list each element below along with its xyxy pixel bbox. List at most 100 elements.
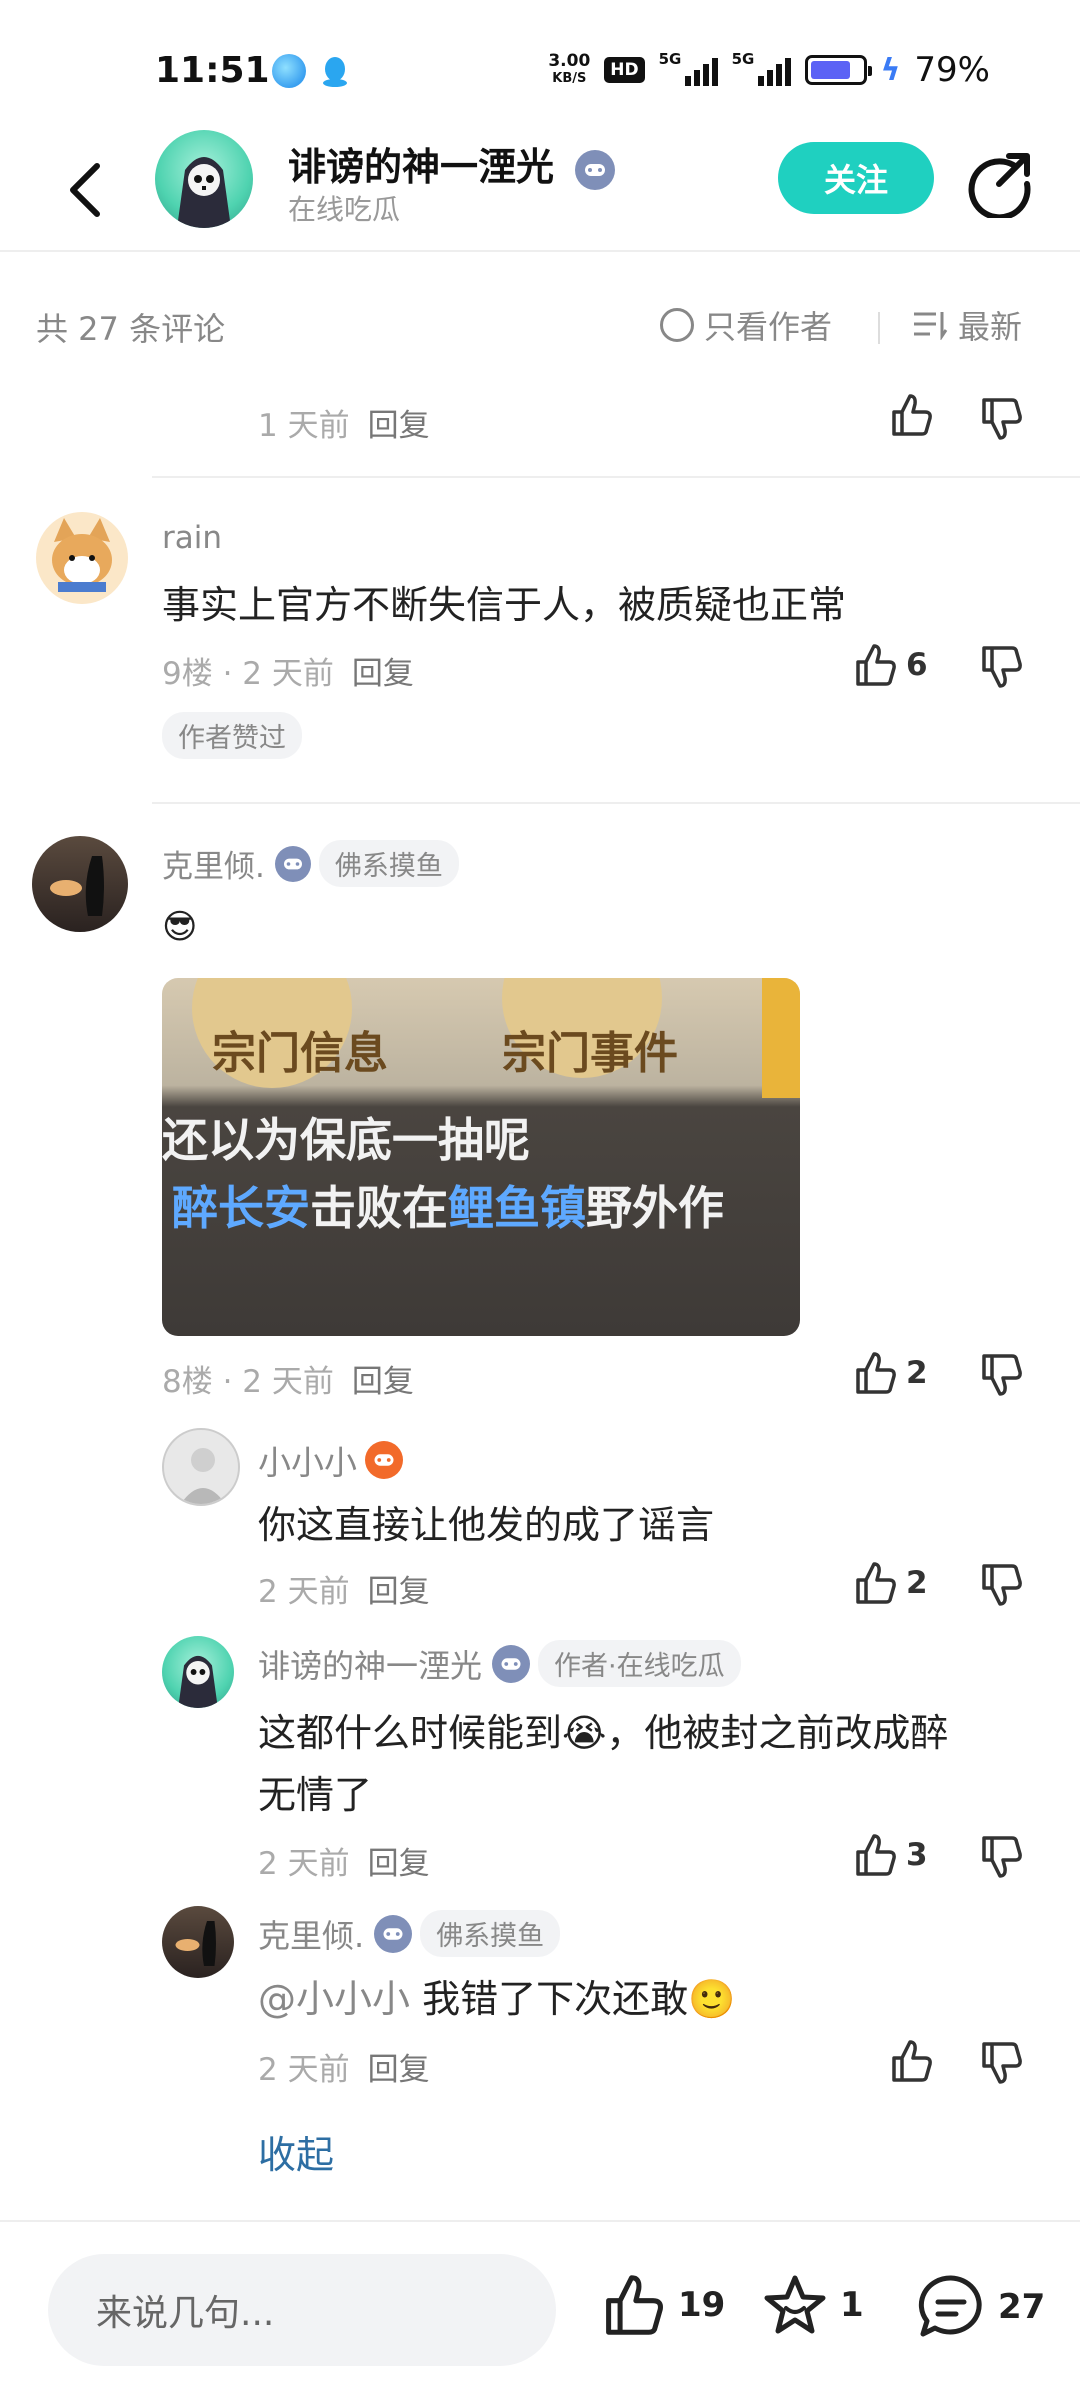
image-text-line1: 还以为保底一抽呢 xyxy=(162,1114,530,1166)
dislike-button[interactable] xyxy=(978,644,1024,694)
reply-button[interactable]: 回复 xyxy=(368,1846,430,1882)
sort-latest-button[interactable]: 最新 xyxy=(912,302,1022,348)
author-liked-tag: 作者赞过 xyxy=(162,712,302,759)
qq-icon xyxy=(318,54,352,88)
dislike-button[interactable] xyxy=(978,396,1024,446)
comments-button[interactable]: 27 xyxy=(916,2272,1045,2342)
reaper-avatar-icon xyxy=(177,157,231,228)
chat-bubble-icon xyxy=(918,2275,982,2337)
user-badge-tag: 佛系摸鱼 xyxy=(420,1910,561,1957)
image-text-field: 野外作 xyxy=(586,1182,724,1234)
thumbs-down-icon xyxy=(982,2042,1022,2084)
like-button[interactable] xyxy=(888,2038,934,2084)
reply-button[interactable]: 回复 xyxy=(352,656,414,692)
bottom-action-bar: 来说几句... 19 1 27 xyxy=(0,2220,1080,2400)
star-icon xyxy=(764,2275,826,2334)
separator xyxy=(152,802,1080,804)
reply-button[interactable]: 回复 xyxy=(368,1574,430,1610)
post-header: 诽谤的神一湮光 在线吃瓜 关注 xyxy=(0,130,1080,252)
like-button[interactable]: 2 xyxy=(852,1560,928,1606)
thumbs-down-icon xyxy=(982,398,1022,440)
separator xyxy=(152,476,1080,478)
share-button[interactable] xyxy=(965,148,1035,221)
reply-button[interactable]: 回复 xyxy=(368,2052,430,2088)
gamepad-badge-icon xyxy=(274,845,311,882)
post-like-button[interactable]: 19 xyxy=(600,2272,725,2338)
silhouette-avatar-icon xyxy=(175,1921,216,1966)
comment-meta: 9楼 · 2 天前 回复 xyxy=(162,648,414,693)
game-screenshot-image: 宗门信息 宗门事件 还以为保底一抽呢 醉长安击败在鲤鱼镇野外作 xyxy=(162,978,800,1234)
comment-meta: 2 天前 回复 xyxy=(258,1566,430,1611)
dislike-button[interactable] xyxy=(978,1562,1024,1612)
like-count: 6 xyxy=(906,647,928,683)
like-button[interactable]: 3 xyxy=(852,1832,928,1878)
status-time: 11:51 xyxy=(155,50,270,91)
commenter-name[interactable]: 小小小 xyxy=(258,1436,403,1484)
image-text-defeated: 击败在 xyxy=(310,1182,448,1234)
comment-input-placeholder: 来说几句... xyxy=(96,2293,275,2334)
commenter-avatar[interactable] xyxy=(162,1636,234,1708)
thumbs-up-icon xyxy=(892,394,932,436)
battery-icon xyxy=(804,55,872,85)
commenter-name-text: 克里倾. xyxy=(258,1916,365,1955)
like-button[interactable]: 2 xyxy=(852,1350,928,1396)
game-controller-badge-icon xyxy=(365,1441,403,1479)
comment-input[interactable]: 来说几句... xyxy=(48,2254,556,2366)
like-button[interactable] xyxy=(888,392,934,438)
dislike-button[interactable] xyxy=(978,1834,1024,1884)
comment-time: 2 天前 xyxy=(258,1846,350,1882)
silhouette-avatar-icon xyxy=(50,856,104,916)
gamepad-badge-icon xyxy=(492,1644,531,1683)
like-count: 2 xyxy=(906,1355,928,1391)
commenter-avatar[interactable] xyxy=(162,1906,234,1978)
shiba-avatar-icon xyxy=(52,518,112,592)
thumbs-up-icon xyxy=(606,2275,663,2335)
commenter-name-text: 诽谤的神一湮光 xyxy=(258,1646,483,1685)
comment-text-line1: 这都什么时候能到😭，他被封之前改成醉 xyxy=(258,1711,949,1755)
comment-image[interactable]: 宗门信息 宗门事件 还以为保底一抽呢 醉长安击败在鲤鱼镇野外作 xyxy=(162,978,800,1336)
image-text-location: 鲤鱼镇 xyxy=(448,1182,586,1234)
ink-portrait-avatar-icon xyxy=(180,1448,226,1504)
thumbs-down-icon xyxy=(982,1564,1022,1606)
commenter-avatar[interactable] xyxy=(32,836,128,932)
back-button[interactable] xyxy=(50,150,120,230)
comment-meta: 2 天前 回复 xyxy=(258,2044,430,2089)
follow-button[interactable]: 关注 xyxy=(778,142,934,214)
battery-percent: 79% xyxy=(914,50,990,90)
comment-floor-time: 8楼 · 2 天前 xyxy=(162,1364,334,1400)
image-text-player1: 醉长安 xyxy=(172,1182,310,1234)
thumbs-up-icon xyxy=(856,1352,896,1394)
collapse-replies-link[interactable]: 收起 xyxy=(258,2124,334,2179)
commenter-name-text: rain xyxy=(162,520,223,556)
commenter-name[interactable]: rain xyxy=(162,520,222,556)
like-button[interactable]: 6 xyxy=(852,642,928,688)
gamepad-badge-icon xyxy=(575,149,616,190)
author-avatar[interactable] xyxy=(155,130,253,228)
reply-button[interactable]: 回复 xyxy=(368,408,430,444)
author-badge-tag: 作者·在线吃瓜 xyxy=(538,1640,741,1687)
dislike-button[interactable] xyxy=(978,1352,1024,1402)
author-name[interactable]: 诽谤的神一湮光 xyxy=(288,136,616,191)
commenter-avatar[interactable] xyxy=(36,512,128,604)
favorite-count: 1 xyxy=(840,2285,864,2325)
radio-icon xyxy=(660,308,694,342)
only-author-toggle[interactable]: 只看作者 xyxy=(660,302,832,348)
share-icon xyxy=(968,153,1031,221)
commenter-avatar[interactable] xyxy=(162,1428,240,1506)
mention-link[interactable]: @小小小 xyxy=(258,1977,410,2021)
reply-button[interactable]: 回复 xyxy=(352,1364,414,1400)
network-speed-unit: KB/S xyxy=(552,71,587,86)
comment-total-count: 27 xyxy=(998,2287,1046,2327)
commenter-name[interactable]: 克里倾. 佛系摸鱼 xyxy=(162,840,459,887)
divider xyxy=(878,312,880,344)
commenter-name[interactable]: 诽谤的神一湮光 作者·在线吃瓜 xyxy=(258,1640,741,1687)
comment-text-line2: 无情了 xyxy=(258,1773,373,1817)
status-bar: 11:51 3.00 KB/S HD 5G 5G ϟ 79% xyxy=(0,0,1080,130)
comment-text: @小小小 我错了下次还敢🙂 xyxy=(258,1968,735,2030)
favorite-button[interactable]: 1 xyxy=(762,2272,864,2338)
dislike-button[interactable] xyxy=(978,2040,1024,2090)
comment-text: 事实上官方不断失信于人，被质疑也正常 xyxy=(162,583,847,627)
commenter-name[interactable]: 克里倾. 佛系摸鱼 xyxy=(258,1910,561,1957)
comment-meta: 2 天前 回复 xyxy=(258,1838,430,1883)
comment-meta: 8楼 · 2 天前 回复 xyxy=(162,1356,414,1401)
